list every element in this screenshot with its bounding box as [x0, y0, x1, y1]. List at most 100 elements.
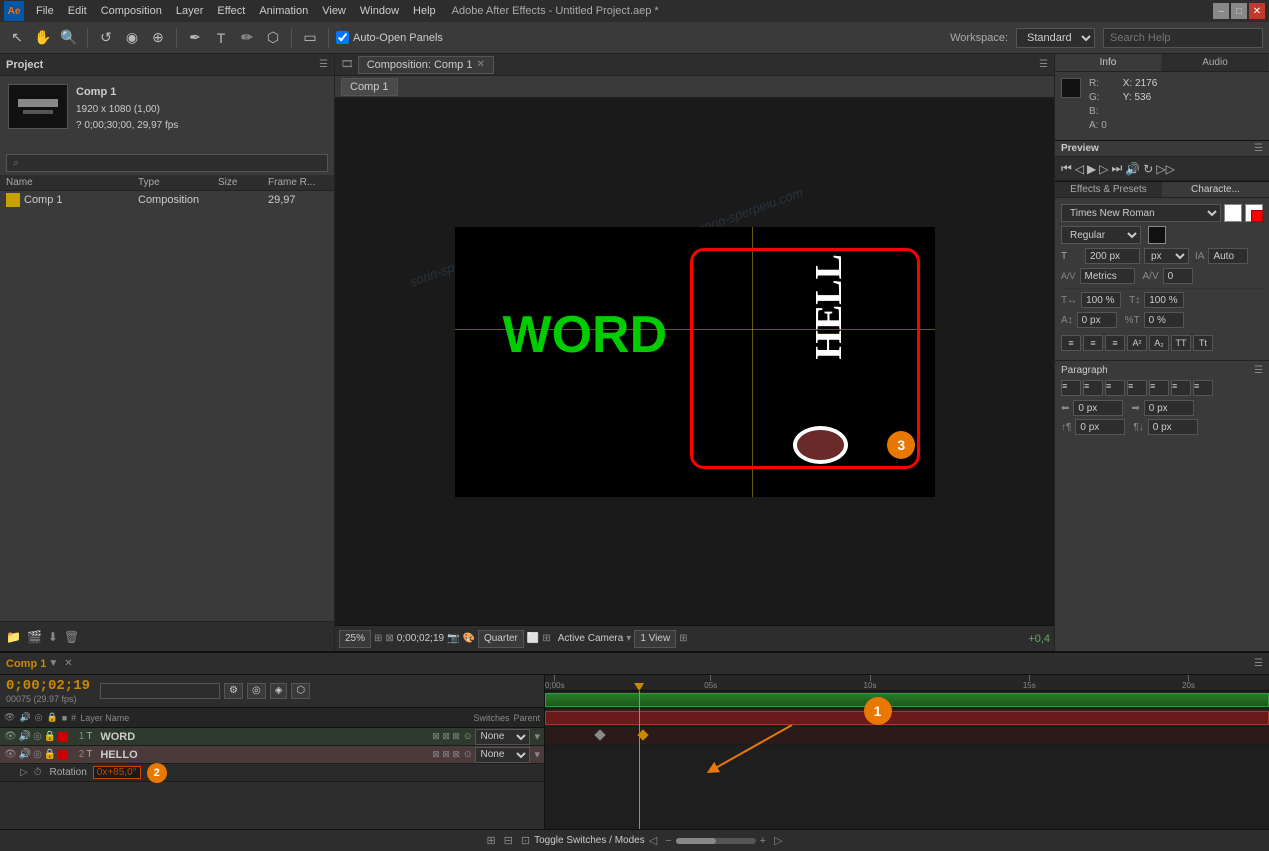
para-align-left[interactable]: ≡	[1061, 380, 1081, 396]
clone-tool[interactable]: ⬡	[262, 27, 284, 49]
para-align-center[interactable]: ≡	[1083, 380, 1103, 396]
quality-dropdown[interactable]: Quarter	[478, 630, 524, 648]
pen-tool[interactable]: ✒	[184, 27, 206, 49]
new-comp-icon[interactable]: 🎬	[27, 630, 42, 644]
play-btn[interactable]: ▶	[1087, 162, 1096, 176]
tab-effects-presets[interactable]: Effects & Presets	[1055, 182, 1162, 197]
workspace-dropdown[interactable]: Standard	[1016, 28, 1095, 48]
font-dropdown[interactable]: Times New Roman	[1061, 204, 1221, 222]
project-search-input[interactable]	[6, 154, 328, 172]
list-item[interactable]: Comp 1 Composition 29,97	[0, 191, 334, 209]
comp-tab-item[interactable]: Comp 1	[341, 78, 398, 96]
para-justify-right[interactable]: ≡	[1171, 380, 1191, 396]
size-unit-dropdown[interactable]: px	[1144, 248, 1189, 264]
audio-icon-1[interactable]: 🔊	[19, 731, 31, 742]
delete-icon[interactable]: 🗑	[64, 630, 79, 644]
tracking-input[interactable]	[1163, 268, 1193, 284]
kerning-input[interactable]	[1208, 248, 1248, 264]
import-icon[interactable]: ⬇	[48, 630, 58, 644]
table-row[interactable]: 👁 🔊 ◎ 🔒 1 T WORD ⊠ ⊠ ⊠ ⊙ None ▾	[0, 728, 544, 746]
space-after-input[interactable]	[1148, 419, 1198, 435]
loop-btn[interactable]: ↻	[1143, 162, 1153, 176]
para-justify-all[interactable]: ≡	[1193, 380, 1213, 396]
step-back-btn[interactable]: ◁	[1075, 162, 1084, 176]
baseline-input[interactable]	[1077, 312, 1117, 328]
layer-parent-dropdown-1[interactable]: ▾	[534, 730, 540, 743]
menu-help[interactable]: Help	[407, 3, 442, 19]
table-row[interactable]: 👁 🔊 ◎ 🔒 2 T HELLO ⊠ ⊠ ⊠ ⊙ None ▾	[0, 746, 544, 764]
paragraph-menu[interactable]: ☰	[1254, 365, 1263, 376]
font-color-swatch[interactable]	[1224, 204, 1242, 222]
zoom-control[interactable]: 25%	[339, 630, 371, 648]
search-input[interactable]	[1103, 28, 1263, 48]
table-row[interactable]: ▷ ⏱ Rotation 0x+85,0° 2	[0, 764, 544, 782]
composition-viewer[interactable]: sorin-sperpeiu.com sorin-sperpeiu.com so…	[335, 98, 1054, 625]
minimize-button[interactable]: –	[1213, 3, 1229, 19]
pan-tool[interactable]: ⊕	[147, 27, 169, 49]
comp-panel-tab[interactable]: Composition: Comp 1 ✕	[358, 56, 494, 74]
zoom-tool[interactable]: 🔍	[58, 27, 80, 49]
hand-tool[interactable]: ✋	[32, 27, 54, 49]
menu-edit[interactable]: Edit	[62, 3, 93, 19]
align-left-btn[interactable]: ≡	[1061, 335, 1081, 351]
solo-icon-2[interactable]: ◎	[33, 749, 42, 760]
timeline-menu[interactable]: ☰	[1254, 658, 1263, 669]
timeline-settings-btn[interactable]: ⚙	[224, 683, 243, 699]
motion-blur-btn[interactable]: ◈	[270, 683, 288, 699]
auto-open-label[interactable]: Auto-Open Panels	[336, 31, 443, 44]
tl-bottom-icon-4[interactable]: ◁	[645, 834, 661, 847]
new-folder-icon[interactable]: 📁	[6, 630, 21, 644]
stopwatch-icon[interactable]: ⏱	[34, 767, 42, 778]
menu-view[interactable]: View	[316, 3, 352, 19]
tl-bottom-icon-3[interactable]: ⊡	[517, 834, 534, 847]
rotate-tool[interactable]: ↺	[95, 27, 117, 49]
ram-preview-btn[interactable]: ▷▷	[1156, 162, 1174, 176]
selection-tool[interactable]: ↖	[6, 27, 28, 49]
timeline-close[interactable]: ✕	[64, 658, 72, 669]
tab-info[interactable]: Info	[1055, 54, 1162, 71]
lock-icon-2[interactable]: 🔒	[44, 749, 56, 760]
menu-file[interactable]: File	[30, 3, 60, 19]
style-dropdown[interactable]: Regular	[1061, 226, 1141, 244]
brush-tool[interactable]: ✏	[236, 27, 258, 49]
audio-icon-2[interactable]: 🔊	[19, 749, 31, 760]
camera-tool[interactable]: ◉	[121, 27, 143, 49]
eye-icon-2[interactable]: 👁	[4, 749, 17, 760]
scale-h-input[interactable]	[1081, 292, 1121, 308]
eye-icon-1[interactable]: 👁	[4, 731, 17, 742]
tl-bottom-icon-2[interactable]: ⊟	[500, 834, 517, 847]
stroke-color-swatch[interactable]	[1148, 226, 1166, 244]
maximize-button[interactable]: □	[1231, 3, 1247, 19]
tab-audio[interactable]: Audio	[1162, 54, 1269, 71]
zoom-slider[interactable]	[676, 838, 756, 844]
active-cam-dropdown[interactable]: ▾	[626, 633, 631, 644]
superscript-btn[interactable]: A²	[1127, 335, 1147, 351]
space-before-input[interactable]	[1075, 419, 1125, 435]
para-justify-left[interactable]: ≡	[1127, 380, 1147, 396]
expand-icon[interactable]: ▷	[20, 767, 28, 778]
menu-window[interactable]: Window	[354, 3, 405, 19]
solo-icon-1[interactable]: ◎	[33, 731, 42, 742]
font-size-input[interactable]	[1085, 248, 1140, 264]
playhead[interactable]	[639, 691, 640, 829]
shape-tool[interactable]: ▭	[299, 27, 321, 49]
solo-mode-btn[interactable]: ◎	[247, 683, 266, 699]
caps-btn[interactable]: TT	[1171, 335, 1191, 351]
tab-character[interactable]: Characte...	[1162, 182, 1269, 197]
3d-btn[interactable]: ⬡	[291, 683, 310, 699]
text-tool[interactable]: T	[210, 27, 232, 49]
step-fwd-btn[interactable]: ▷	[1099, 162, 1108, 176]
close-button[interactable]: ✕	[1249, 3, 1265, 19]
layer-parent-1[interactable]: None	[475, 729, 530, 745]
track-row-2[interactable]	[545, 709, 1269, 727]
para-justify-center[interactable]: ≡	[1149, 380, 1169, 396]
timeline-search[interactable]	[100, 683, 220, 699]
comp-panel-close[interactable]: ✕	[476, 59, 484, 70]
tsume-input[interactable]	[1144, 312, 1184, 328]
project-search[interactable]	[0, 151, 334, 175]
align-center-btn[interactable]: ≡	[1083, 335, 1103, 351]
para-align-right[interactable]: ≡	[1105, 380, 1125, 396]
small-caps-btn[interactable]: Tt	[1193, 335, 1213, 351]
tl-bottom-icon-1[interactable]: ⊞	[482, 834, 499, 847]
skip-back-btn[interactable]: ⏮	[1061, 161, 1072, 176]
